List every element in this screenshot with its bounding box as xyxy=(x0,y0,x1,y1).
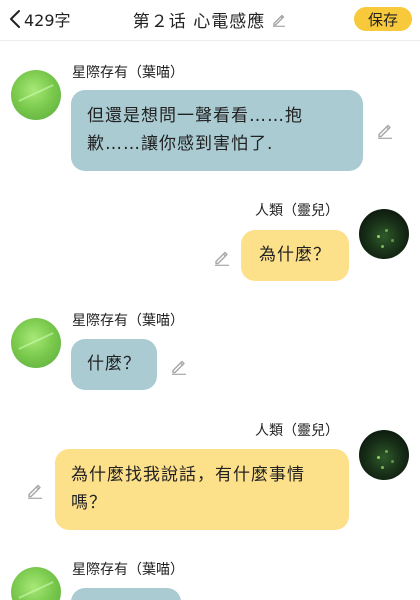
page-title: 第２话 心電感應 xyxy=(132,11,266,32)
message-bubble[interactable]: 為什麼找我說話，有什麼事情嗎？ xyxy=(55,449,349,530)
avatar[interactable] xyxy=(11,318,61,368)
edit-message-pencil-icon[interactable] xyxy=(170,357,188,375)
avatar[interactable] xyxy=(11,567,61,600)
edit-title-button[interactable] xyxy=(271,11,287,27)
message-bubble[interactable]: 什麼？ xyxy=(71,339,157,390)
edit-message-pencil-icon[interactable] xyxy=(376,121,394,139)
avatar[interactable] xyxy=(359,209,409,259)
top-bar: 429字 第２话 心電感應 保存 xyxy=(0,0,420,41)
sender-name: 人類（靈兒） xyxy=(255,423,339,439)
message-bubble[interactable]: 但還是想問一聲看看……抱歉……讓你感到害怕了. xyxy=(71,90,363,171)
chat-editor-screen: 429字 第２话 心電感應 保存 星際存有（葉喵） 但還是想問一聲看看……抱歉…… xyxy=(0,0,420,600)
avatar[interactable] xyxy=(359,430,409,480)
sender-name: 星際存有（葉喵） xyxy=(72,313,184,329)
sender-name: 人類（靈兒） xyxy=(255,203,339,219)
message-bubble[interactable]: 為什麼？ xyxy=(241,230,349,281)
avatar[interactable] xyxy=(11,70,61,120)
pencil-icon xyxy=(273,14,286,27)
sender-name: 星際存有（葉喵） xyxy=(72,65,184,81)
edit-message-pencil-icon[interactable] xyxy=(26,481,44,499)
edit-message-pencil-icon[interactable] xyxy=(213,248,231,266)
sender-name: 星際存有（葉喵） xyxy=(72,562,184,578)
save-button[interactable]: 保存 xyxy=(354,7,412,31)
message-bubble[interactable] xyxy=(71,588,181,600)
